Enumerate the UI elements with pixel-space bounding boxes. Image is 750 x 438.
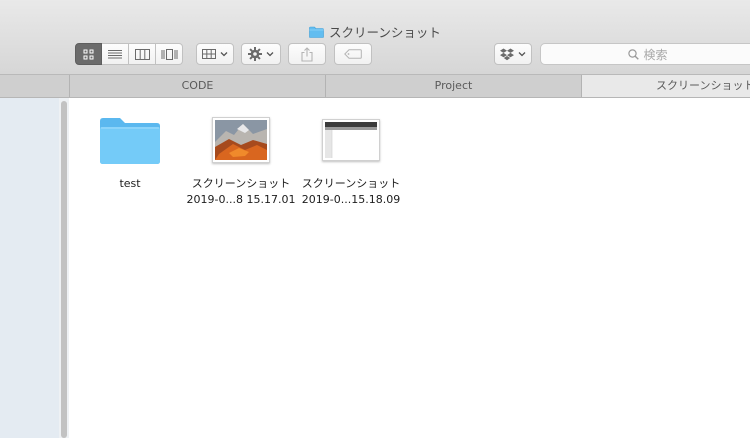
edit-tags-button[interactable] [334,43,372,65]
file-item-folder-test[interactable]: test [75,110,185,192]
list-view-button[interactable] [102,43,129,65]
window-image [325,122,377,158]
icon-view-button[interactable] [75,43,102,65]
mountain-image [215,120,267,160]
window-title-text: スクリーンショット [329,25,441,40]
tag-icon [344,49,362,59]
file-name-line2: 2019-0...8 15.17.01 [186,193,296,206]
tab-code[interactable]: CODE [69,75,325,97]
screenshot-thumbnail [322,119,380,161]
grid-icon [83,49,94,59]
tab-label: CODE [181,79,214,92]
tab-label: Project [434,79,473,92]
columns-icon [134,48,150,60]
search-placeholder: 検索 [643,47,668,62]
action-menu-button[interactable] [241,43,281,65]
tab-label: スクリーンショット [656,79,750,92]
dropbox-icon [500,48,514,60]
file-name: スクリーンショット [191,177,291,190]
view-mode-control [75,43,183,65]
chevron-down-icon [220,52,228,57]
gallery-icon [161,48,177,60]
file-name: スクリーンショット [301,177,401,190]
file-thumbnail [186,110,296,170]
sidebar [0,98,68,438]
tab-project[interactable]: Project [325,75,581,97]
search-field[interactable]: 検索 [540,43,750,65]
chevron-down-icon [518,52,526,57]
file-name: test [119,177,141,190]
arrange-grid-icon [202,49,216,59]
sidebar-scrollbar-thumb[interactable] [61,101,67,438]
file-name-line2: 2019-0...15.18.09 [301,193,401,206]
tab-screenshots[interactable]: スクリーンショット [581,75,750,97]
group-by-button[interactable] [196,43,234,65]
gear-icon [248,47,262,61]
file-item-screenshot-2[interactable]: スクリーンショット 2019-0...15.18.09 [296,110,406,208]
window-toolbar: スクリーンショット 検索 [0,0,750,75]
file-item-screenshot-1[interactable]: スクリーンショット 2019-0...8 15.17.01 [186,110,296,208]
folder-icon [100,118,160,164]
dropbox-button[interactable] [494,43,532,65]
screenshot-thumbnail [212,117,270,163]
window-title: スクリーンショット [0,22,750,41]
search-icon [628,48,640,60]
list-icon [108,49,122,58]
gallery-view-button[interactable] [156,43,183,65]
share-icon [301,46,313,62]
folder-icon [309,26,324,38]
tab-bar: CODE Project スクリーンショット [0,75,750,98]
column-view-button[interactable] [129,43,156,65]
share-button[interactable] [288,43,326,65]
file-thumbnail [296,110,406,170]
file-thumbnail [75,110,185,170]
file-icon-grid: test スクリーンショット 2019-0...8 15.17.01 スクリーン… [70,98,750,438]
chevron-down-icon [266,52,274,57]
